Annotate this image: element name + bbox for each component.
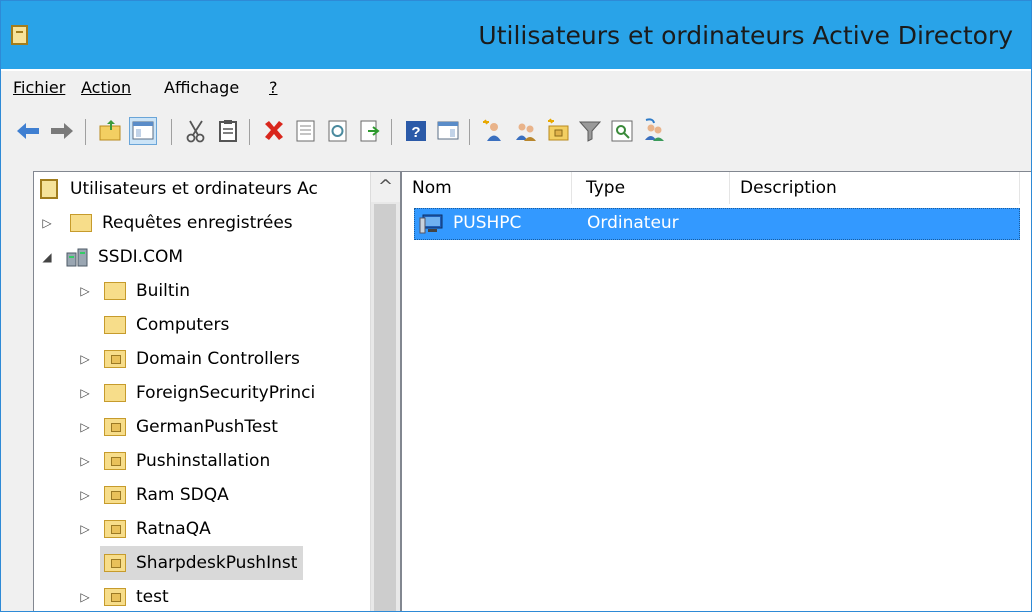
toolbar-separator bbox=[85, 119, 86, 145]
delete-icon[interactable] bbox=[261, 118, 287, 144]
window-title: Utilisateurs et ordinateurs Active Direc… bbox=[478, 21, 1013, 50]
tree-item-label: SharpdeskPushInst bbox=[136, 553, 298, 573]
tree-item-test[interactable]: ▷ test bbox=[78, 580, 169, 611]
svg-text:?: ? bbox=[411, 124, 420, 141]
expand-arrow-icon[interactable]: ▷ bbox=[78, 352, 92, 366]
folder-icon bbox=[70, 214, 92, 232]
tree-item-ratnaqa[interactable]: ▷ RatnaQA bbox=[78, 512, 211, 546]
tree-item-saved-queries[interactable]: ▷ Requêtes enregistrées bbox=[40, 206, 293, 240]
tree-item-pushinstallation[interactable]: ▷ Pushinstallation bbox=[78, 444, 270, 478]
toolbar-separator bbox=[469, 119, 470, 145]
tree-item-sharpdeskpushinst[interactable]: SharpdeskPushInst bbox=[100, 546, 304, 580]
toolbar-separator bbox=[391, 119, 392, 145]
ou-folder-icon bbox=[104, 350, 126, 368]
content-area: Utilisateurs et ordinateurs Ac ▷ Requête… bbox=[1, 159, 1031, 611]
tree-item-ram-sdqa[interactable]: ▷ Ram SDQA bbox=[78, 478, 229, 512]
action-pane-icon[interactable] bbox=[435, 118, 461, 144]
folder-icon bbox=[104, 282, 126, 300]
toolbar: ? bbox=[1, 105, 1031, 160]
menu-action-label: Action bbox=[81, 78, 132, 97]
back-arrow-icon[interactable] bbox=[15, 118, 41, 144]
cut-icon[interactable] bbox=[183, 118, 209, 144]
toolbar-separator bbox=[171, 119, 172, 145]
new-group-icon[interactable] bbox=[513, 118, 539, 144]
scroll-thumb[interactable] bbox=[374, 204, 396, 611]
console-tree-pane[interactable]: Utilisateurs et ordinateurs Ac ▷ Requête… bbox=[33, 171, 401, 611]
tree-item-label: test bbox=[136, 587, 169, 607]
menu-fichier-label: Fichier bbox=[13, 78, 66, 97]
tree-item-label: Ram SDQA bbox=[136, 485, 229, 505]
tree-item-label: ForeignSecurityPrinci bbox=[136, 383, 316, 403]
ou-folder-icon bbox=[104, 554, 126, 572]
expand-arrow-icon[interactable]: ▷ bbox=[78, 488, 92, 502]
tree-root[interactable]: Utilisateurs et ordinateurs Ac bbox=[40, 172, 318, 206]
tree-item-label: RatnaQA bbox=[136, 519, 211, 539]
tree-item-label: SSDI.COM bbox=[98, 247, 184, 267]
console-tree-icon[interactable] bbox=[129, 117, 157, 145]
domain-icon bbox=[66, 247, 88, 267]
column-header-type[interactable]: Type bbox=[576, 172, 730, 204]
expand-arrow-icon[interactable]: ▷ bbox=[78, 454, 92, 468]
list-cell-name: PUSHPC bbox=[453, 213, 522, 233]
expand-arrow-icon[interactable]: ▷ bbox=[78, 420, 92, 434]
tree-item-label: Pushinstallation bbox=[136, 451, 271, 471]
menu-bar: Fichier Action Affichage ? bbox=[1, 71, 1031, 105]
menu-help[interactable]: ? bbox=[269, 78, 278, 97]
tree-root-label: Utilisateurs et ordinateurs Ac bbox=[70, 179, 318, 199]
new-ou-icon[interactable] bbox=[545, 118, 571, 144]
filter-icon[interactable] bbox=[577, 118, 603, 144]
list-cell-type: Ordinateur bbox=[587, 213, 679, 233]
folder-icon bbox=[104, 384, 126, 402]
menu-action[interactable]: Action bbox=[81, 78, 131, 97]
computer-icon bbox=[419, 213, 445, 235]
forward-arrow-icon[interactable] bbox=[49, 118, 75, 144]
title-bar[interactable]: Utilisateurs et ordinateurs Active Direc… bbox=[1, 1, 1031, 69]
menu-fichier[interactable]: Fichier bbox=[13, 78, 65, 97]
scroll-up-arrow-icon[interactable]: ^ bbox=[371, 172, 400, 202]
up-folder-icon[interactable] bbox=[97, 118, 123, 144]
menu-help-label: ? bbox=[269, 78, 278, 97]
ou-folder-icon bbox=[104, 588, 126, 606]
export-list-icon[interactable] bbox=[357, 118, 383, 144]
add-to-group-icon[interactable] bbox=[641, 118, 667, 144]
ou-folder-icon bbox=[104, 520, 126, 538]
refresh-icon[interactable] bbox=[325, 118, 351, 144]
properties-icon[interactable] bbox=[293, 118, 319, 144]
expand-arrow-icon[interactable]: ▷ bbox=[78, 590, 92, 604]
ou-folder-icon bbox=[104, 418, 126, 436]
tree-item-label: Requêtes enregistrées bbox=[102, 213, 293, 233]
list-item[interactable]: PUSHPC Ordinateur bbox=[414, 208, 1020, 240]
details-pane[interactable]: Nom Type Description PUSHPC Ordinateur bbox=[401, 171, 1031, 611]
tree-item-label: Builtin bbox=[136, 281, 191, 301]
tree-item-label: GermanPushTest bbox=[136, 417, 278, 437]
folder-icon bbox=[104, 316, 126, 334]
tree-scrollbar[interactable]: ^ bbox=[370, 172, 400, 611]
expand-arrow-icon[interactable]: ▷ bbox=[40, 216, 54, 230]
help-icon[interactable]: ? bbox=[403, 118, 429, 144]
ou-folder-icon bbox=[104, 486, 126, 504]
app-icon[interactable] bbox=[11, 25, 28, 45]
column-header-description[interactable]: Description bbox=[730, 172, 1020, 204]
tree-item-germanpushtest[interactable]: ▷ GermanPushTest bbox=[78, 410, 278, 444]
new-user-icon[interactable] bbox=[481, 118, 507, 144]
tree-item-label: Computers bbox=[136, 315, 230, 335]
tree-item-domain[interactable]: ◢ SSDI.COM bbox=[40, 240, 183, 274]
app-window: Utilisateurs et ordinateurs Active Direc… bbox=[0, 0, 1032, 612]
tree-item-computers[interactable]: Computers bbox=[104, 308, 229, 342]
copy-icon[interactable] bbox=[215, 118, 241, 144]
expand-arrow-icon[interactable]: ▷ bbox=[78, 386, 92, 400]
tree-item-domain-controllers[interactable]: ▷ Domain Controllers bbox=[78, 342, 300, 376]
menu-affichage[interactable]: Affichage bbox=[164, 78, 239, 97]
tree-item-foreign-security[interactable]: ▷ ForeignSecurityPrinci bbox=[78, 376, 315, 410]
expand-arrow-icon[interactable]: ▷ bbox=[78, 522, 92, 536]
ou-folder-icon bbox=[104, 452, 126, 470]
tree-item-label: Domain Controllers bbox=[136, 349, 300, 369]
expand-arrow-icon[interactable]: ▷ bbox=[78, 284, 92, 298]
find-icon[interactable] bbox=[609, 118, 635, 144]
column-header-name[interactable]: Nom bbox=[402, 172, 572, 204]
toolbar-separator bbox=[249, 119, 250, 145]
collapse-arrow-icon[interactable]: ◢ bbox=[40, 250, 54, 264]
tree-item-builtin[interactable]: ▷ Builtin bbox=[78, 274, 190, 308]
ad-console-icon bbox=[40, 179, 58, 199]
